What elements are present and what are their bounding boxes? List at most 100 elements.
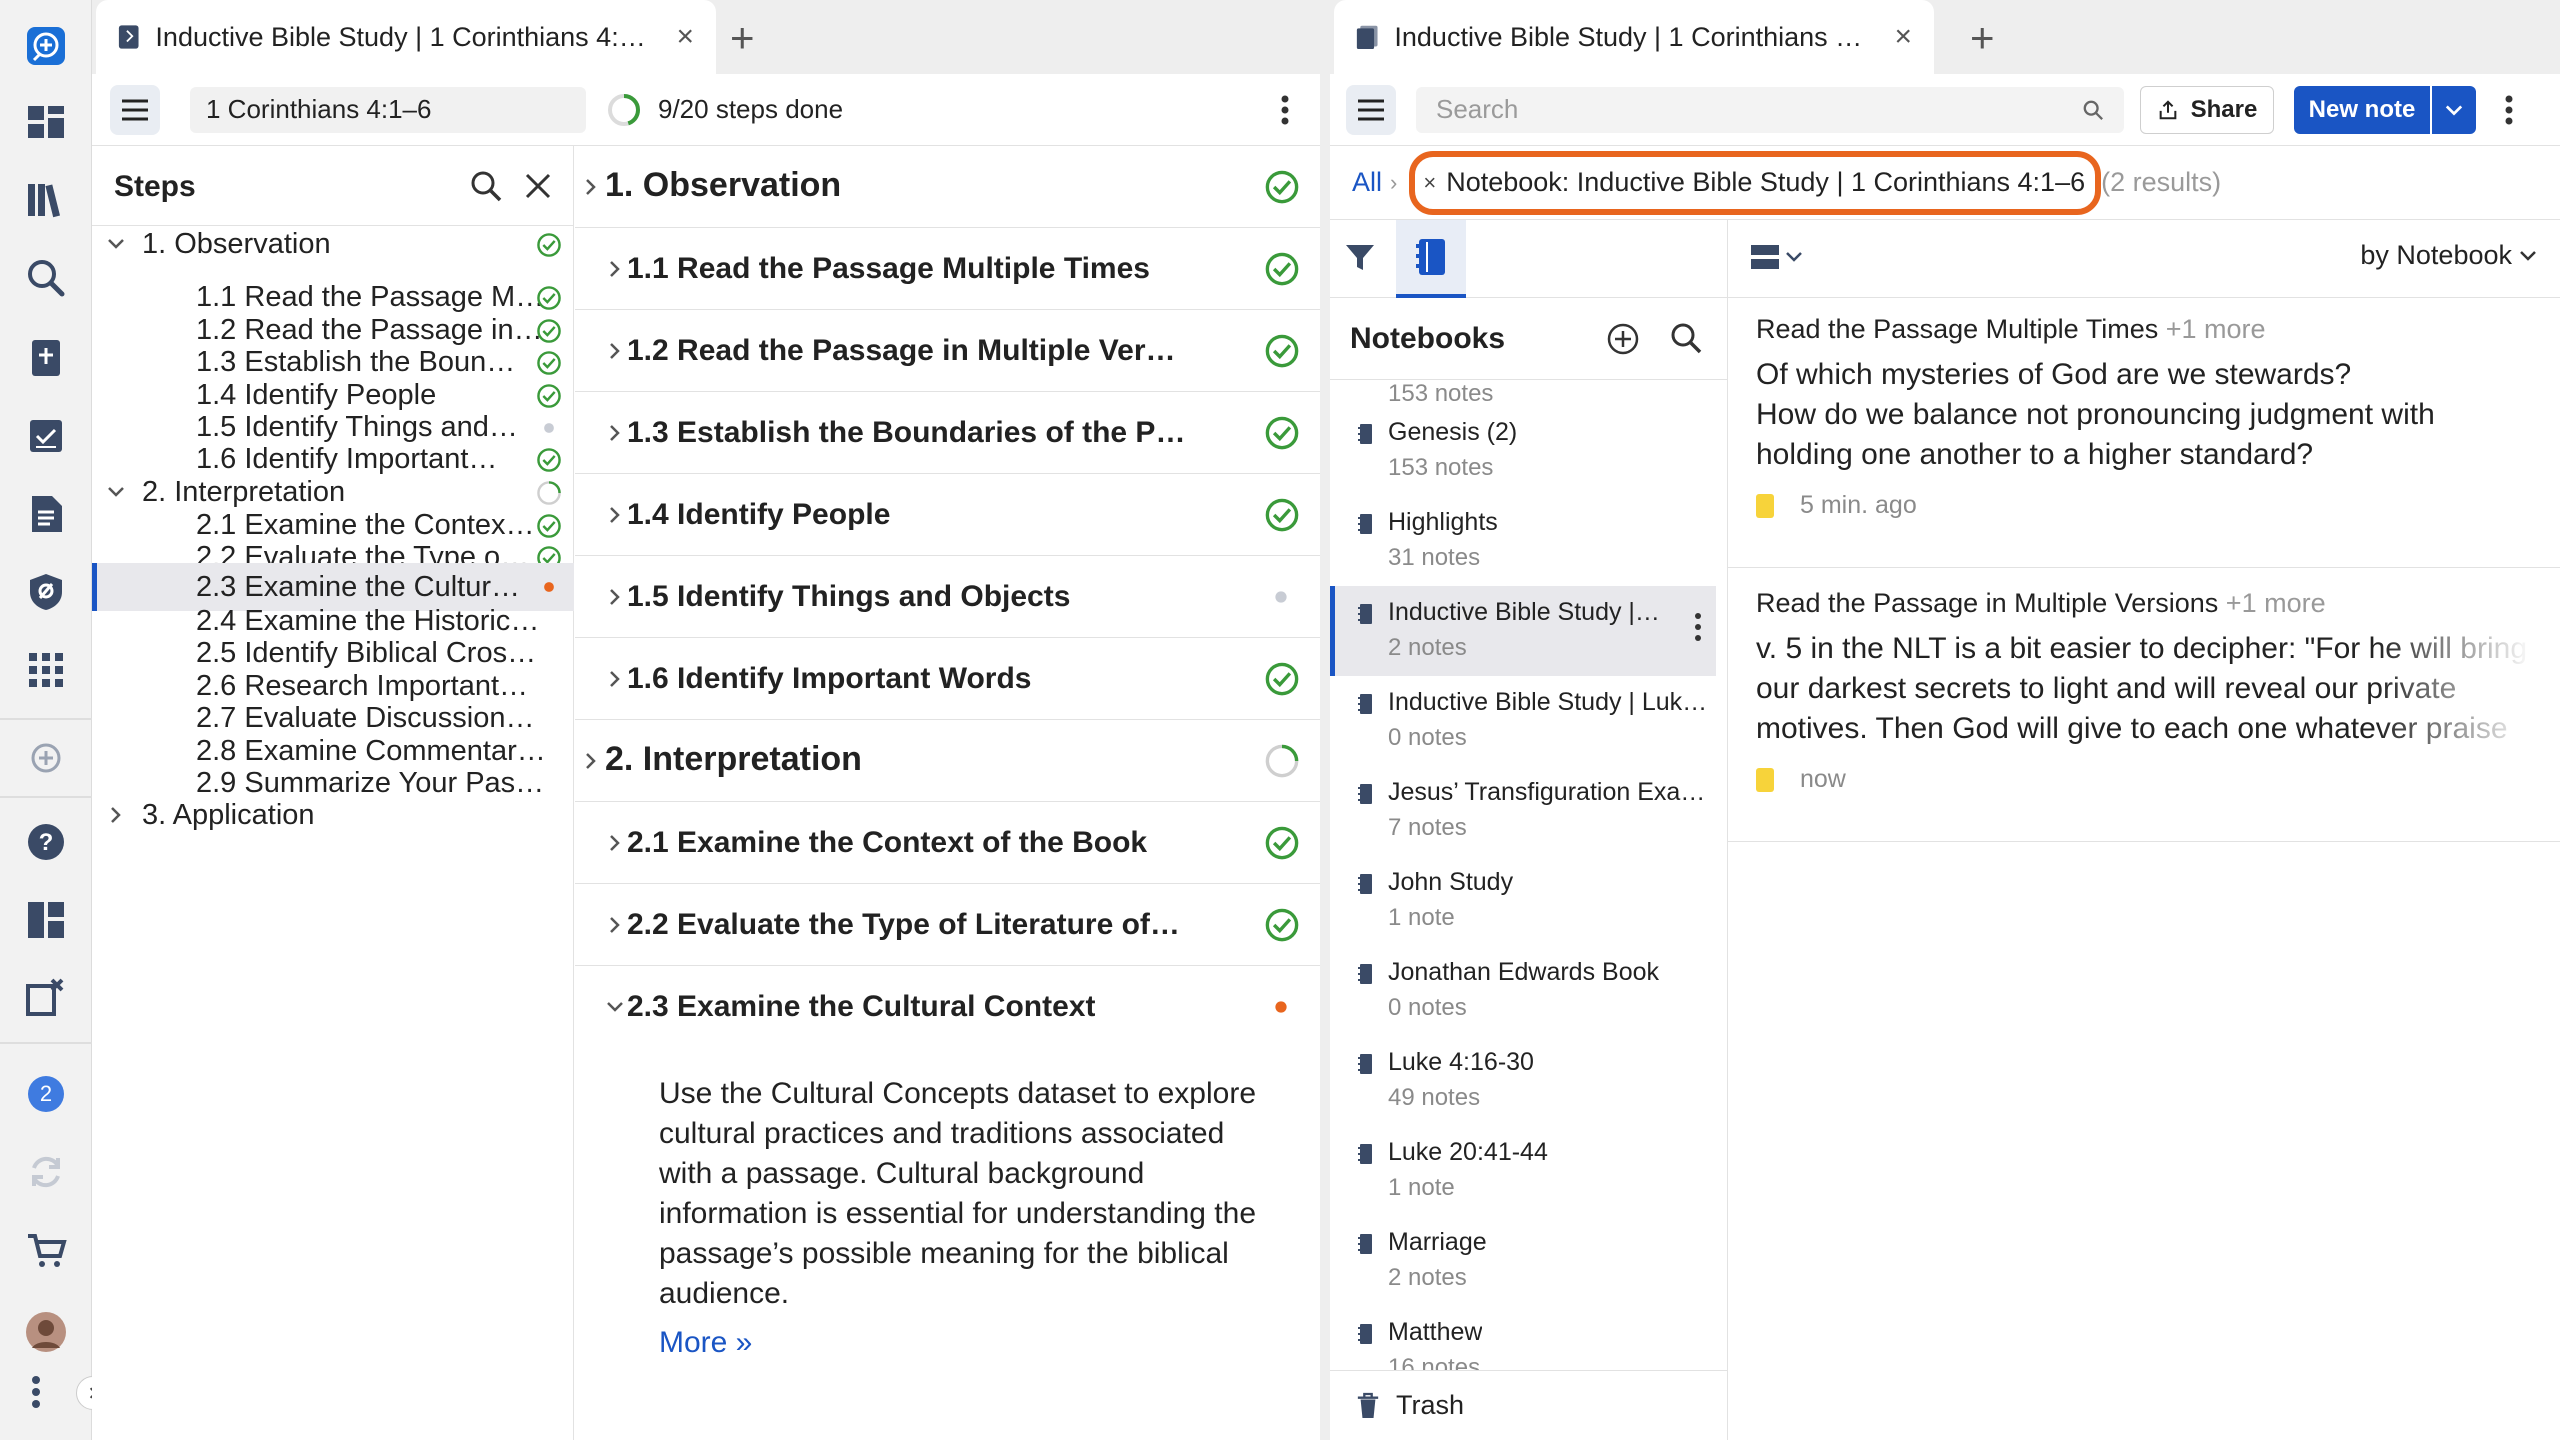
- passage-guide-icon[interactable]: [18, 330, 74, 386]
- step-item[interactable]: 2.8 Examine Commentar…: [92, 735, 574, 768]
- help-icon[interactable]: ?: [18, 814, 74, 870]
- sync-icon[interactable]: [18, 1144, 74, 1200]
- notebook-item[interactable]: Jonathan Edwards Book 0 notes: [1330, 946, 1728, 1036]
- note-anchor-more[interactable]: +1 more: [2166, 314, 2266, 344]
- detail-step-row[interactable]: 1.5 Identify Things and Objects: [575, 556, 1320, 638]
- chevron-down-icon[interactable]: [106, 482, 126, 502]
- notebook-item[interactable]: Matthew 16 notes: [1330, 1306, 1728, 1370]
- view-toggle[interactable]: [1750, 242, 1802, 272]
- note-card[interactable]: Read the Passage in Multiple Versions +1…: [1728, 568, 2560, 842]
- chevron-right-icon[interactable]: [581, 751, 601, 771]
- all-filter-link[interactable]: All: [1352, 167, 1382, 198]
- sort-dropdown[interactable]: by Notebook: [2360, 240, 2536, 271]
- search-field[interactable]: Search: [1416, 86, 2124, 133]
- chevron-right-icon[interactable]: [605, 423, 625, 443]
- cart-icon[interactable]: [18, 1222, 74, 1278]
- detail-step-row[interactable]: 2.1 Examine the Context of the Book: [575, 802, 1320, 884]
- step-section[interactable]: 3. Application: [92, 799, 574, 832]
- more-options-icon[interactable]: [1280, 95, 1290, 125]
- step-item[interactable]: 2.3 Examine the Cultur…: [92, 563, 574, 611]
- step-item[interactable]: 1.6 Identify Important…: [92, 443, 574, 476]
- menu-icon[interactable]: [1346, 84, 1396, 135]
- chevron-down-icon[interactable]: [106, 234, 126, 254]
- notebook-item[interactable]: Genesis (2) 153 notes: [1330, 406, 1728, 496]
- step-section[interactable]: 1. Observation: [92, 228, 574, 261]
- reference-box[interactable]: 1 Corinthians 4:1–6: [190, 86, 586, 133]
- detail-step-row[interactable]: 2.3 Examine the Cultural Context: [575, 966, 1320, 1048]
- note-anchor-more[interactable]: +1 more: [2226, 588, 2326, 618]
- step-item[interactable]: 2.1 Examine the Contex…: [92, 509, 574, 542]
- step-item[interactable]: 2.5 Identify Biblical Cross…: [92, 637, 574, 670]
- new-note-dropdown[interactable]: [2432, 85, 2476, 134]
- step-item[interactable]: 2.6 Research Important…: [92, 670, 574, 703]
- document-icon[interactable]: [18, 486, 74, 542]
- menu-icon[interactable]: [110, 84, 160, 135]
- search-steps-icon[interactable]: [470, 170, 502, 202]
- chevron-down-icon[interactable]: [605, 997, 625, 1017]
- step-item[interactable]: 1.2 Read the Passage in…: [92, 314, 574, 347]
- search-input[interactable]: Search: [1436, 94, 2082, 125]
- detail-step-row[interactable]: 1.1 Read the Passage Multiple Times: [575, 228, 1320, 310]
- step-item[interactable]: 2.4 Examine the Historica…: [92, 605, 574, 638]
- chevron-right-icon[interactable]: [605, 259, 625, 279]
- close-tab-icon[interactable]: ×: [1894, 20, 1912, 54]
- step-item[interactable]: 1.4 Identify People: [92, 379, 574, 412]
- notebook-more-icon[interactable]: [1694, 612, 1702, 642]
- avatar[interactable]: [18, 1304, 74, 1360]
- notebook-item[interactable]: Marriage 2 notes: [1330, 1216, 1728, 1306]
- left-active-tab[interactable]: Inductive Bible Study | 1 Corinthians 4:…: [96, 0, 716, 74]
- layouts-icon[interactable]: [18, 892, 74, 948]
- detail-section-row[interactable]: 1. Observation: [575, 146, 1320, 228]
- note-card[interactable]: Read the Passage Multiple Times +1 more …: [1728, 298, 2560, 568]
- detail-step-row[interactable]: 1.2 Read the Passage in Multiple Version…: [575, 310, 1320, 392]
- step-item[interactable]: 1.1 Read the Passage M…: [92, 281, 574, 314]
- close-steps-icon[interactable]: [524, 172, 552, 200]
- notebook-item[interactable]: Inductive Bible Study | Luk… 0 notes: [1330, 676, 1728, 766]
- filter-icon[interactable]: [1344, 242, 1376, 274]
- close-tab-icon[interactable]: ×: [676, 20, 694, 54]
- step-item[interactable]: 1.3 Establish the Boun…: [92, 346, 574, 379]
- notebook-filter-chip[interactable]: × Notebook: Inductive Bible Study | 1 Co…: [1409, 150, 2102, 215]
- library-icon[interactable]: [18, 172, 74, 228]
- detail-step-row[interactable]: 1.6 Identify Important Words: [575, 638, 1320, 720]
- chevron-right-icon[interactable]: [106, 805, 126, 825]
- step-section[interactable]: 2. Interpretation: [92, 476, 574, 509]
- step-item[interactable]: 2.7 Evaluate Discussions…: [92, 702, 574, 735]
- detail-step-row[interactable]: 1.3 Establish the Boundaries of the Pass…: [575, 392, 1320, 474]
- chevron-right-icon[interactable]: [605, 341, 625, 361]
- notebook-item[interactable]: John Study 1 note: [1330, 856, 1728, 946]
- new-note-button[interactable]: New note: [2294, 85, 2430, 134]
- chip-close-icon[interactable]: ×: [1423, 170, 1436, 196]
- add-notebook-icon[interactable]: [1606, 322, 1640, 356]
- notebook-item[interactable]: Highlights 31 notes: [1330, 496, 1728, 586]
- right-active-tab[interactable]: Inductive Bible Study | 1 Corinthians 4:…: [1334, 0, 1934, 74]
- notebook-item[interactable]: Luke 20:41-44 1 note: [1330, 1126, 1728, 1216]
- detail-step-row[interactable]: 2.2 Evaluate the Type of Literature of Y…: [575, 884, 1320, 966]
- notebook-item[interactable]: Luke 4:16-30 49 notes: [1330, 1036, 1728, 1126]
- apps-grid-icon[interactable]: [18, 642, 74, 698]
- close-panels-icon[interactable]: [18, 968, 74, 1024]
- more-icon[interactable]: [18, 1364, 54, 1420]
- detail-section-row[interactable]: 2. Interpretation: [575, 720, 1320, 802]
- chevron-right-icon[interactable]: [605, 505, 625, 525]
- notification-count-icon[interactable]: 2: [18, 1066, 74, 1122]
- search-icon[interactable]: [18, 250, 74, 306]
- new-tab-button[interactable]: +: [1970, 14, 1995, 62]
- chevron-right-icon[interactable]: [605, 587, 625, 607]
- more-link[interactable]: More »: [659, 1326, 752, 1360]
- share-button[interactable]: Share: [2140, 85, 2274, 134]
- more-options-icon[interactable]: [2504, 95, 2514, 125]
- step-item[interactable]: 1.5 Identify Things and…: [92, 411, 574, 444]
- chevron-right-icon[interactable]: [605, 833, 625, 853]
- new-tab-button[interactable]: +: [730, 14, 755, 62]
- chevron-right-icon[interactable]: [581, 177, 601, 197]
- checklist-icon[interactable]: [18, 408, 74, 464]
- notebook-item[interactable]: Inductive Bible Study |… 2 notes: [1330, 586, 1716, 676]
- notebook-item[interactable]: Jesus’ Transfiguration Exa… 7 notes: [1330, 766, 1728, 856]
- search-notebooks-icon[interactable]: [1670, 322, 1702, 354]
- notebooks-tab[interactable]: [1396, 220, 1466, 298]
- step-item[interactable]: 2.9 Summarize Your Pass…: [92, 767, 574, 800]
- trash-item[interactable]: Trash: [1330, 1370, 1728, 1440]
- chevron-right-icon[interactable]: [605, 669, 625, 689]
- add-icon[interactable]: [18, 730, 74, 786]
